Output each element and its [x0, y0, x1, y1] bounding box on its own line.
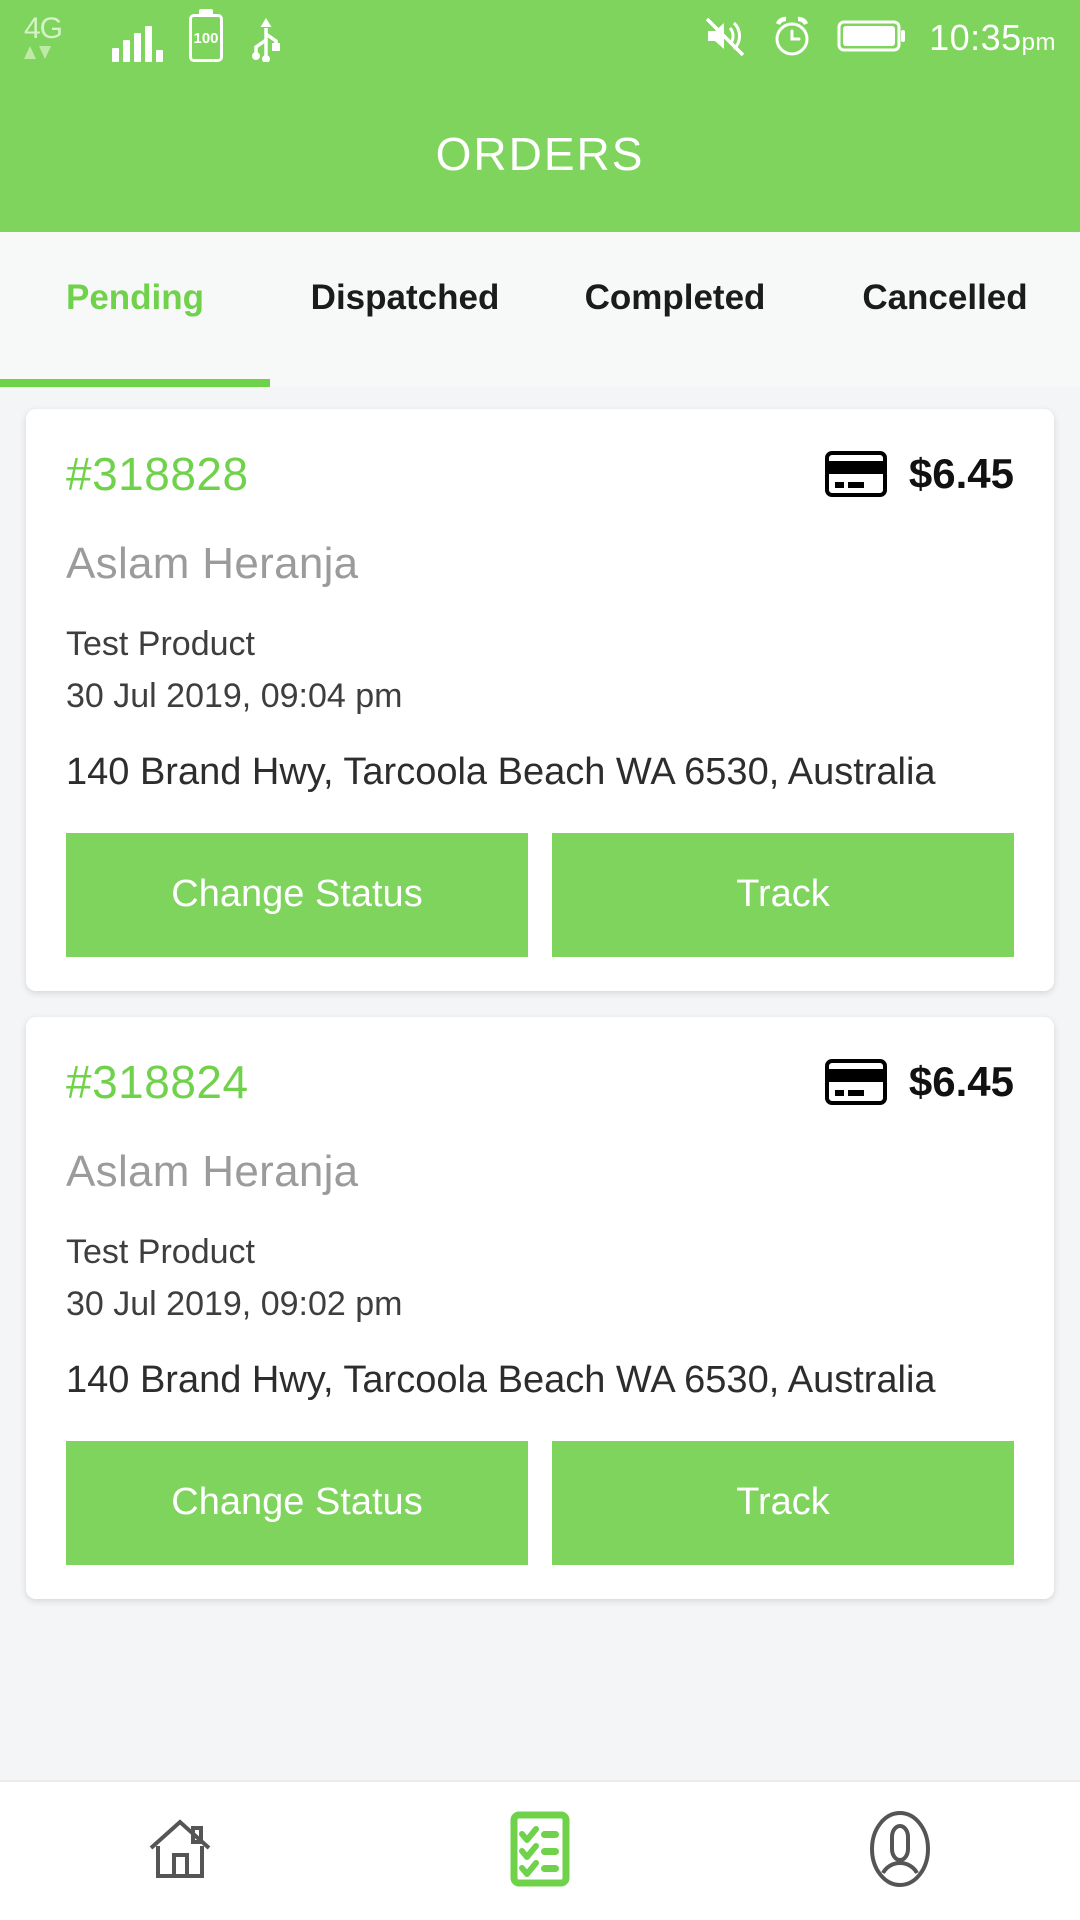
change-status-button[interactable]: Change Status	[66, 1440, 528, 1565]
tab-cancelled-label: Cancelled	[862, 277, 1028, 317]
tab-completed-label: Completed	[584, 277, 766, 317]
app-bar: ORDERS	[0, 76, 1080, 232]
data-arrows	[24, 46, 86, 59]
battery-icon: 100	[189, 14, 223, 62]
customer-name: Aslam Heranja	[66, 539, 359, 588]
status-bar-clock: 10:35pm	[929, 17, 1056, 59]
order-actions: Change Status Track	[66, 832, 1014, 957]
active-tab-indicator	[0, 379, 270, 387]
credit-card-icon	[824, 450, 887, 498]
order-amount: $6.45	[908, 450, 1014, 497]
tab-pending-label: Pending	[65, 277, 205, 317]
order-list[interactable]: #318828 $6.45 Aslam Heranja Test Product…	[0, 387, 1080, 1780]
change-status-button[interactable]: Change Status	[66, 832, 528, 957]
clock-time: 10:35	[929, 17, 1022, 58]
order-product: Test Product	[66, 625, 255, 663]
order-id: #318824	[66, 1055, 249, 1108]
battery-level: 100	[193, 29, 219, 47]
credit-card-icon	[824, 1058, 887, 1106]
person-icon	[862, 1809, 938, 1894]
battery-full-icon	[837, 16, 907, 61]
order-payment: $6.45	[824, 450, 1014, 498]
order-card[interactable]: #318824 $6.45 Aslam Heranja Test Product…	[26, 1016, 1054, 1599]
track-button[interactable]: Track	[552, 1440, 1014, 1565]
tab-completed[interactable]: Completed	[540, 232, 810, 387]
tab-pending[interactable]: Pending	[0, 232, 270, 387]
order-payment: $6.45	[824, 1057, 1014, 1106]
order-datetime: 30 Jul 2019, 09:04 pm	[66, 676, 403, 715]
nav-item-home[interactable]	[0, 1782, 360, 1920]
order-card[interactable]: #318828 $6.45 Aslam Heranja Test Product…	[26, 409, 1054, 991]
signal-bars-icon	[112, 22, 163, 62]
status-bar-left: 4G 100	[24, 14, 283, 63]
order-id: #318828	[66, 448, 249, 500]
customer-name: Aslam Heranja	[66, 1146, 359, 1196]
tab-cancelled[interactable]: Cancelled	[810, 232, 1080, 387]
tab-dispatched-label: Dispatched	[310, 277, 500, 317]
order-amount: $6.45	[908, 1057, 1014, 1105]
status-bar-right: 10:35pm	[701, 13, 1056, 64]
checklist-icon	[505, 1810, 575, 1893]
order-card-header: #318824 $6.45	[66, 1055, 1014, 1109]
order-datetime: 30 Jul 2019, 09:02 pm	[66, 1284, 403, 1323]
usb-icon	[249, 14, 283, 63]
4g-network-icon: 4G	[24, 14, 86, 62]
mute-icon	[701, 13, 747, 64]
tab-dispatched[interactable]: Dispatched	[270, 232, 540, 387]
clock-meridiem: pm	[1021, 29, 1056, 56]
order-address: 140 Brand Hwy, Tarcoola Beach WA 6530, A…	[66, 1359, 936, 1402]
nav-item-orders[interactable]	[360, 1782, 720, 1920]
nav-item-profile[interactable]	[720, 1782, 1080, 1920]
network-label: 4G	[24, 12, 63, 45]
tab-bar: Pending Dispatched Completed Cancelled	[0, 232, 1080, 387]
status-bar: 4G 100 10:35pm	[0, 0, 1080, 76]
order-product: Test Product	[66, 1232, 255, 1271]
order-actions: Change Status Track	[66, 1440, 1014, 1565]
bottom-navigation	[0, 1780, 1080, 1920]
page-title: ORDERS	[435, 128, 645, 180]
order-card-header: #318828 $6.45	[66, 447, 1014, 501]
alarm-icon	[769, 13, 815, 64]
track-button[interactable]: Track	[552, 832, 1014, 957]
order-address: 140 Brand Hwy, Tarcoola Beach WA 6530, A…	[66, 751, 936, 794]
home-icon	[141, 1810, 219, 1893]
